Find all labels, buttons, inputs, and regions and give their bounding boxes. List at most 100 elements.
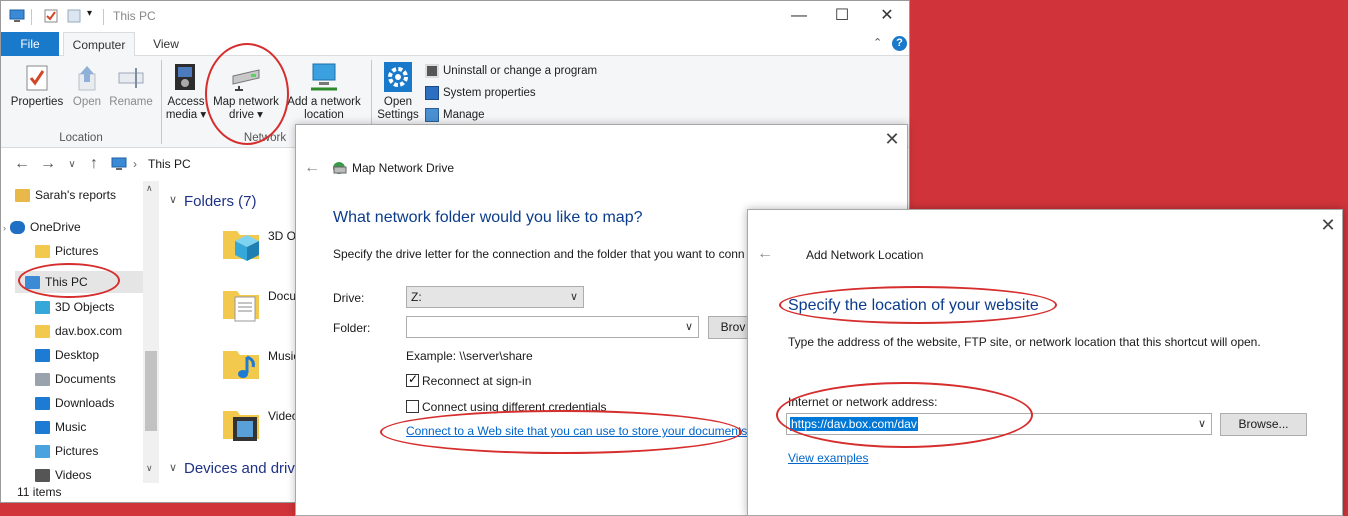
tab-computer[interactable]: Computer [63,32,135,57]
forward-icon[interactable]: → [39,155,57,173]
nav-item-this-pc[interactable]: This PC [15,271,143,293]
chevron-down-icon: ∨ [684,321,693,333]
nav-item-label: Pictures [55,444,99,458]
nav-item-downloads[interactable]: Downloads [15,392,143,414]
uninstall-program-button[interactable]: Uninstall or change a program [425,62,597,80]
different-credentials-checkbox[interactable] [406,400,419,413]
ribbon-collapse-icon[interactable]: ⌃ [873,36,882,49]
nav-item-desktop[interactable]: Desktop [15,344,143,366]
nav-item-documents[interactable]: Documents [15,368,143,390]
access-media-button[interactable]: Access media ▾ [164,62,208,122]
3d-objects-folder-icon[interactable] [221,223,261,263]
nav-item-pictures[interactable]: Pictures [15,440,143,462]
minimize-icon[interactable]: — [787,5,811,27]
music-folder-icon[interactable] [221,343,261,383]
open-label: Open [72,96,102,108]
videos-folder-icon[interactable] [221,403,261,443]
nav-item-3d-objects[interactable]: 3D Objects [15,296,143,318]
open-button[interactable]: Open [69,64,105,109]
system-properties-icon [425,85,439,100]
nav-item-pictures-onedrive[interactable]: Pictures [15,240,143,262]
drive-select[interactable]: Z: ∨ [406,286,584,308]
folder-icon [15,189,30,203]
nav-scrollbar-thumb[interactable] [145,351,157,431]
manage-icon [425,107,439,122]
close-icon[interactable]: ✕ [875,5,899,27]
drive-value: Z: [411,290,422,304]
recent-locations-icon[interactable]: ∨ [63,159,81,170]
title-bar: ▾ This PC — ☐ ✕ [1,1,909,32]
help-icon[interactable]: ? [892,36,907,51]
map-network-drive-button[interactable]: Map network drive ▾ [209,62,283,122]
system-properties-button[interactable]: System properties [425,84,536,102]
quick-access-dropdown-icon[interactable]: ▾ [87,8,92,19]
folder-combo[interactable]: ∨ [406,316,699,338]
reconnect-checkbox[interactable] [406,372,419,387]
this-pc-icon [111,157,127,170]
manage-label: Manage [443,109,485,121]
nav-scrollbar[interactable]: ∧ ∨ [143,181,159,484]
window-title: This PC [113,9,156,23]
view-examples-link[interactable]: View examples [788,451,868,465]
properties-button[interactable]: Properties [7,64,67,109]
back-icon[interactable]: ← [304,159,320,177]
nav-item-onedrive[interactable]: › OneDrive [3,216,143,238]
add-network-location-button[interactable]: Add a network location [285,62,363,122]
back-icon[interactable]: ← [757,245,773,263]
folder-label: Folder: [333,321,371,335]
access-media-label-2: media [165,109,198,121]
scroll-up-icon[interactable]: ∧ [146,183,153,194]
new-folder-quick-icon[interactable] [66,8,82,24]
connect-website-link[interactable]: Connect to a Web site that you can use t… [406,424,747,438]
back-icon[interactable]: ← [13,155,31,173]
tab-file[interactable]: File [1,32,59,56]
documents-folder-icon[interactable] [221,283,261,323]
system-properties-label: System properties [443,87,536,99]
close-icon[interactable]: ✕ [882,129,902,150]
devices-group-header[interactable]: Devices and drive [184,460,303,477]
nav-item-label: Music [55,420,87,434]
nav-item-music[interactable]: Music [15,416,143,438]
nav-item-label: Downloads [55,396,115,410]
address-path: This PC [148,157,191,171]
address-input[interactable]: https://dav.box.com/dav ∨ [786,413,1212,435]
scroll-down-icon[interactable]: ∨ [146,463,153,474]
manage-button[interactable]: Manage [425,106,485,124]
open-icon [78,66,96,91]
up-icon[interactable]: ↑ [85,155,103,173]
nav-item-label: dav.box.com [55,324,123,338]
collapse-folders-icon[interactable]: ∨ [169,193,177,206]
nav-item-label: OneDrive [30,220,81,234]
example-text: Example: \\server\share [406,349,533,363]
uninstall-label: Uninstall or change a program [443,65,598,77]
nav-item-label: 3D Objects [55,300,115,314]
reconnect-label: Reconnect at sign-in [422,374,532,388]
rename-button[interactable]: Rename [107,64,155,109]
properties-quick-icon[interactable] [43,8,59,24]
network-folder-icon [35,325,50,339]
dialog-title: Map Network Drive [352,161,455,175]
ribbon-tabs: File Computer View ⌃ ? [1,32,909,57]
folder-label: Docu [268,289,297,303]
maximize-icon[interactable]: ☐ [830,5,854,27]
browse-button[interactable]: Browse... [1220,413,1307,436]
videos-icon [35,469,50,483]
network-drive-icon [232,69,260,91]
collapse-devices-icon[interactable]: ∨ [169,461,177,474]
dialog-description: Specify the drive letter for the connect… [333,247,745,261]
network-location-icon [311,63,337,91]
open-settings-button[interactable]: Open Settings [375,62,421,122]
chevron-down-icon[interactable]: ∨ [1198,414,1206,434]
folders-group-header[interactable]: Folders (7) [184,193,257,210]
close-icon[interactable]: ✕ [1318,215,1338,236]
gear-icon [384,62,412,92]
address-box[interactable]: › This PC [107,154,307,176]
nav-item-dav-box[interactable]: dav.box.com [15,320,143,342]
different-credentials-label: Connect using different credentials [422,400,607,414]
expand-chevron-icon[interactable]: › [3,223,6,233]
nav-item-sarahs-reports[interactable]: Sarah's reports [15,184,143,206]
tab-view[interactable]: View [139,32,193,56]
breadcrumb-separator: › [133,157,137,171]
media-icon [175,64,195,90]
properties-label: Properties [10,96,64,108]
